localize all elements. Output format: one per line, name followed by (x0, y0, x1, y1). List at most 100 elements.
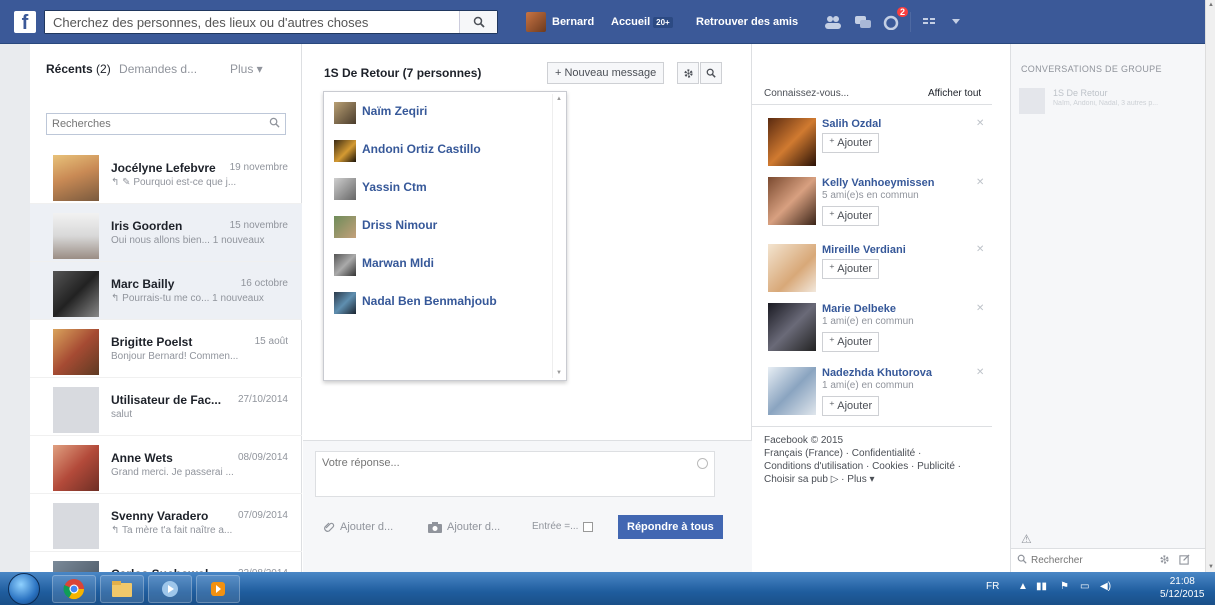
scroll-up-icon[interactable]: ▲ (1208, 2, 1214, 8)
app-taskbar-icon[interactable] (196, 575, 240, 603)
suggestion-name[interactable]: Nadezhda Khutorova (822, 367, 932, 379)
find-friends-link[interactable]: Retrouver des amis (696, 16, 798, 28)
conversation-settings-button[interactable] (677, 62, 699, 84)
conversation-name: Marc Bailly (111, 277, 175, 291)
add-file-button[interactable]: Ajouter d... (323, 521, 393, 533)
reply-all-button[interactable]: Répondre à tous (618, 515, 723, 539)
emoji-icon[interactable] (697, 458, 708, 469)
see-all-link[interactable]: Afficher tout (928, 88, 981, 99)
group-conversation-item[interactable]: 1S De Retour Naïm, Andoni, Nadal, 3 autr… (1019, 86, 1199, 118)
chrome-taskbar-icon[interactable] (52, 575, 96, 603)
new-message-button[interactable]: + Nouveau message (547, 62, 665, 84)
home-link[interactable]: Accueil 20+ (611, 16, 673, 28)
notifications-icon[interactable]: 2 (880, 7, 908, 32)
add-friend-button[interactable]: ⁺ Ajouter (822, 259, 880, 279)
profile-avatar[interactable] (526, 12, 546, 32)
close-icon[interactable]: ✕ (976, 367, 984, 378)
friend-requests-icon[interactable] (822, 12, 844, 32)
file-explorer-icon[interactable] (100, 575, 144, 603)
warning-icon[interactable]: ⚠ (1021, 532, 1032, 546)
scroll-down-icon[interactable]: ▼ (1208, 564, 1214, 570)
conversation-name: Iris Goorden (111, 219, 183, 233)
account-menu-chevron-down-icon[interactable] (945, 12, 967, 32)
new-group-icon[interactable] (1179, 554, 1190, 565)
scroll-down-icon[interactable]: ▼ (556, 370, 562, 376)
media-player-icon[interactable] (148, 575, 192, 603)
add-friend-icon: ⁺ (829, 336, 835, 348)
gear-icon[interactable] (1159, 554, 1170, 565)
suggestion-name[interactable]: Marie Delbeke (822, 303, 896, 315)
system-clock[interactable]: 21:08 5/12/2015 (1160, 575, 1205, 601)
avatar (334, 102, 356, 124)
list-item[interactable]: Anne Wets 08/09/2014 Grand merci. Je pas… (30, 436, 302, 494)
conversation-date: 27/10/2014 (237, 394, 288, 405)
profile-link[interactable]: Bernard (552, 16, 594, 28)
close-icon[interactable]: ✕ (976, 177, 984, 188)
enter-to-send-toggle[interactable]: Entrée =... (532, 521, 594, 532)
add-friend-button[interactable]: ⁺ Ajouter (822, 133, 880, 153)
group-avatar (1019, 88, 1045, 114)
start-button[interactable] (8, 573, 40, 605)
show-hidden-icons-icon[interactable]: ▲ (1018, 581, 1028, 592)
suggestion-name[interactable]: Kelly Vanhoeymissen (822, 177, 935, 189)
messages-icon[interactable] (852, 12, 874, 32)
display-icon[interactable]: ▭ (1080, 581, 1089, 592)
avatar[interactable] (768, 244, 816, 292)
close-icon[interactable]: ✕ (976, 244, 984, 255)
list-item[interactable]: Brigitte Poelst 15 août Bonjour Bernard!… (30, 320, 302, 378)
reply-box[interactable] (315, 451, 715, 497)
footer-links[interactable]: Choisir sa pub ▷ · Plus ▾ (764, 473, 994, 486)
tab-recent[interactable]: Récents (46, 62, 93, 76)
tab-requests[interactable]: Demandes d... (119, 62, 197, 76)
footer-links[interactable]: Conditions d'utilisation · Cookies · Pub… (764, 460, 994, 473)
privacy-shortcuts-icon[interactable] (920, 12, 942, 32)
clock-time: 21:08 (1169, 576, 1195, 587)
suggestion-name[interactable]: Mireille Verdiani (822, 244, 906, 256)
conversation-name: Jocélyne Lefebvre (111, 161, 216, 175)
conversation-snippet: Bonjour Bernard! Commen... (111, 351, 239, 362)
add-friend-button[interactable]: ⁺ Ajouter (822, 396, 880, 416)
conversation-search-input[interactable] (47, 114, 257, 134)
add-photo-button[interactable]: Ajouter d... (428, 521, 500, 533)
clock-date: 5/12/2015 (1160, 589, 1205, 600)
list-item[interactable]: Iris Goorden 15 novembre Oui nous allons… (30, 204, 302, 262)
add-friend-button[interactable]: ⁺ Ajouter (822, 332, 880, 352)
avatar (334, 292, 356, 314)
avatar[interactable] (768, 367, 816, 415)
input-language[interactable]: FR (986, 581, 999, 592)
more-dropdown[interactable]: Plus ▾ (230, 62, 263, 76)
suggestion-name[interactable]: Salih Ozdal (822, 118, 881, 130)
global-search-input[interactable] (45, 11, 455, 33)
add-photo-label: Ajouter d... (447, 521, 501, 533)
conversation-search-button[interactable] (700, 62, 722, 84)
add-friend-label: Ajouter (837, 263, 873, 275)
footer-links[interactable]: Français (France) · Confidentialité · (764, 447, 994, 460)
list-item[interactable]: Svenny Varadero 07/09/2014 ↰ Ta mère t'a… (30, 494, 302, 552)
conversation-title[interactable]: 1S De Retour (7 personnes) (324, 66, 481, 80)
add-friend-button[interactable]: ⁺ Ajouter (822, 206, 880, 226)
conversation-tabs: Récents (2) Demandes d... Plus ▾ (30, 44, 301, 96)
avatar[interactable] (768, 118, 816, 166)
facebook-logo[interactable]: f (14, 11, 36, 34)
list-item[interactable]: Marc Bailly 16 octobre ↰ Pourrais-tu me … (30, 262, 302, 320)
close-icon[interactable]: ✕ (976, 118, 984, 129)
scroll-up-icon[interactable]: ▲ (556, 96, 562, 102)
members-scrollbar[interactable]: ▲ ▼ (552, 94, 564, 378)
volume-icon[interactable]: ◀) (1100, 581, 1111, 592)
global-search[interactable] (44, 10, 498, 34)
conversation-list: Jocélyne Lefebvre 19 novembre ↰ ✎ Pourqu… (30, 146, 302, 605)
search-button[interactable] (459, 11, 497, 33)
network-icon[interactable]: ▮▮ (1036, 581, 1047, 592)
avatar[interactable] (768, 177, 816, 225)
list-item[interactable]: Utilisateur de Fac... 27/10/2014 salut (30, 378, 302, 436)
page-scrollbar[interactable]: ▲ ▼ (1205, 0, 1215, 572)
chat-search[interactable] (1011, 548, 1206, 572)
flag-icon[interactable]: ⚑ (1060, 581, 1069, 592)
reply-input[interactable] (316, 452, 696, 492)
avatar[interactable] (768, 303, 816, 351)
close-icon[interactable]: ✕ (976, 303, 984, 314)
conversation-search[interactable] (46, 113, 286, 135)
chat-search-input[interactable] (1011, 549, 1131, 571)
list-item[interactable]: Jocélyne Lefebvre 19 novembre ↰ ✎ Pourqu… (30, 146, 302, 204)
enter-to-send-checkbox[interactable] (583, 521, 594, 532)
